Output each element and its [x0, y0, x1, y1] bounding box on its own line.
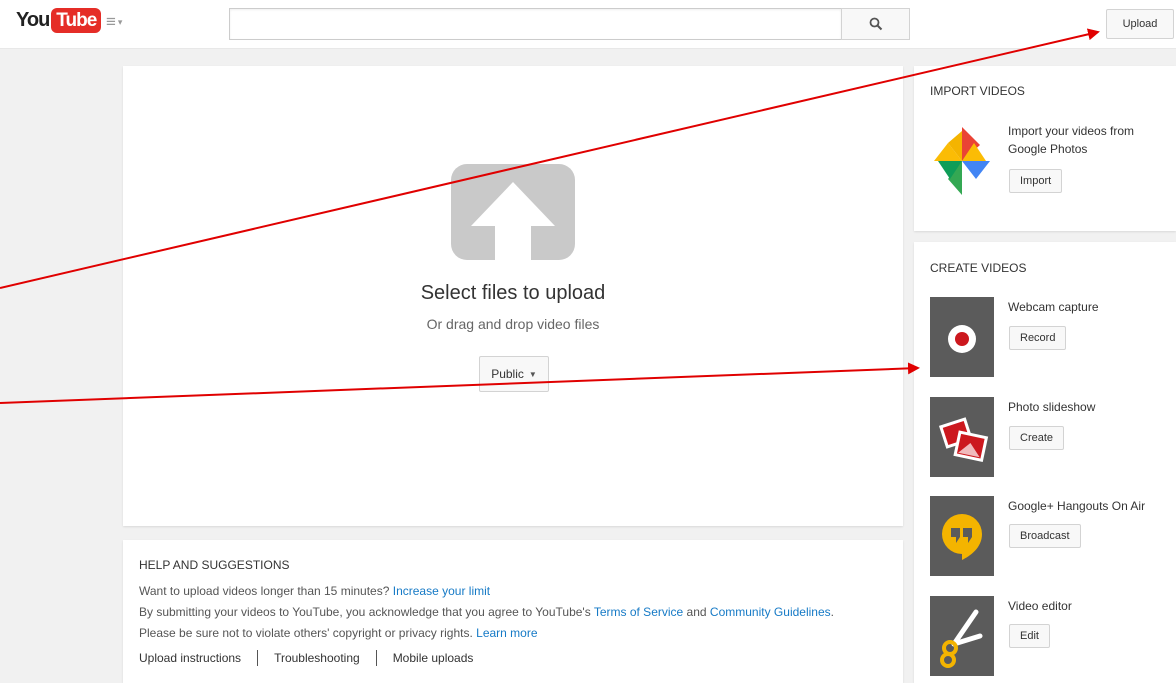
upload-arrow-icon[interactable]	[451, 164, 575, 260]
chevron-down-icon: ▼	[528, 369, 537, 379]
upload-dropzone[interactable]: Select files to upload Or drag and drop …	[123, 66, 903, 526]
photo-slideshow-label: Photo slideshow	[1008, 400, 1096, 414]
import-title: IMPORT VIDEOS	[930, 84, 1025, 98]
broadcast-button[interactable]: Broadcast	[1009, 524, 1081, 548]
hangouts-on-air-label: Google+ Hangouts On Air	[1008, 499, 1146, 513]
record-button[interactable]: Record	[1009, 326, 1067, 350]
edit-button[interactable]: Edit	[1009, 624, 1050, 648]
import-text-line-2: Google Photos	[1008, 142, 1088, 156]
learn-more-link[interactable]: Learn more	[476, 626, 537, 640]
hangouts-icon[interactable]	[930, 496, 994, 576]
guide-menu-button[interactable]: ≡ ▾	[106, 12, 136, 31]
divider	[257, 650, 259, 666]
privacy-label: Public	[491, 367, 524, 381]
help-line-2-and: and	[686, 605, 707, 619]
webcam-capture-label: Webcam capture	[1008, 300, 1099, 314]
create-title: CREATE VIDEOS	[930, 261, 1027, 275]
upload-title: Select files to upload	[420, 282, 606, 304]
troubleshooting-link[interactable]: Troubleshooting	[274, 651, 360, 665]
help-line-3-text: Please be sure not to violate others' co…	[139, 626, 473, 640]
help-line-2: By submitting your videos to YouTube, yo…	[139, 602, 887, 623]
create-slideshow-button[interactable]: Create	[1009, 426, 1065, 450]
help-line-1: Want to upload videos longer than 15 min…	[139, 581, 887, 602]
logo-tube-text: Tube	[51, 7, 102, 33]
help-line-3: Please be sure not to violate others' co…	[139, 623, 887, 644]
upload-button[interactable]: Upload	[1106, 9, 1174, 39]
search-button[interactable]	[841, 8, 910, 40]
search-input[interactable]	[229, 8, 841, 40]
mobile-uploads-link[interactable]: Mobile uploads	[393, 651, 474, 665]
community-guidelines-link[interactable]: Community Guidelines	[710, 605, 831, 619]
record-icon[interactable]	[930, 297, 994, 377]
menu-icon: ≡	[106, 12, 116, 31]
photos-icon[interactable]	[930, 397, 994, 477]
create-videos-card: CREATE VIDEOS Webcam capture Record Phot…	[914, 242, 1176, 683]
upload-subtitle: Or drag and drop video files	[426, 316, 600, 332]
chevron-down-icon: ▾	[117, 17, 123, 27]
help-line-2-text: By submitting your videos to YouTube, yo…	[139, 605, 591, 619]
import-button[interactable]: Import	[1009, 169, 1063, 193]
google-photos-icon	[934, 127, 990, 195]
masthead: You Tube ≡ ▾ Upload	[0, 0, 1176, 49]
search-icon	[869, 17, 882, 31]
youtube-logo[interactable]: You Tube	[16, 7, 102, 33]
divider	[375, 650, 377, 666]
video-editor-label: Video editor	[1008, 599, 1072, 613]
help-line-1-text: Want to upload videos longer than 15 min…	[139, 584, 390, 598]
increase-limit-link[interactable]: Increase your limit	[393, 584, 490, 598]
logo-you-text: You	[16, 8, 50, 31]
import-videos-card: IMPORT VIDEOS Import your videos from Go…	[914, 66, 1176, 231]
upload-instructions-link[interactable]: Upload instructions	[139, 651, 241, 665]
scissors-icon[interactable]	[930, 596, 994, 676]
import-text-line-1: Import your videos from	[1008, 124, 1135, 138]
privacy-dropdown[interactable]: Public ▼	[479, 356, 549, 392]
help-line-2-end: .	[830, 605, 834, 619]
terms-of-service-link[interactable]: Terms of Service	[594, 605, 683, 619]
help-and-suggestions: HELP AND SUGGESTIONS Want to upload vide…	[123, 540, 903, 683]
help-links: Upload instructions Troubleshooting Mobi…	[139, 650, 887, 666]
help-title: HELP AND SUGGESTIONS	[139, 558, 290, 572]
